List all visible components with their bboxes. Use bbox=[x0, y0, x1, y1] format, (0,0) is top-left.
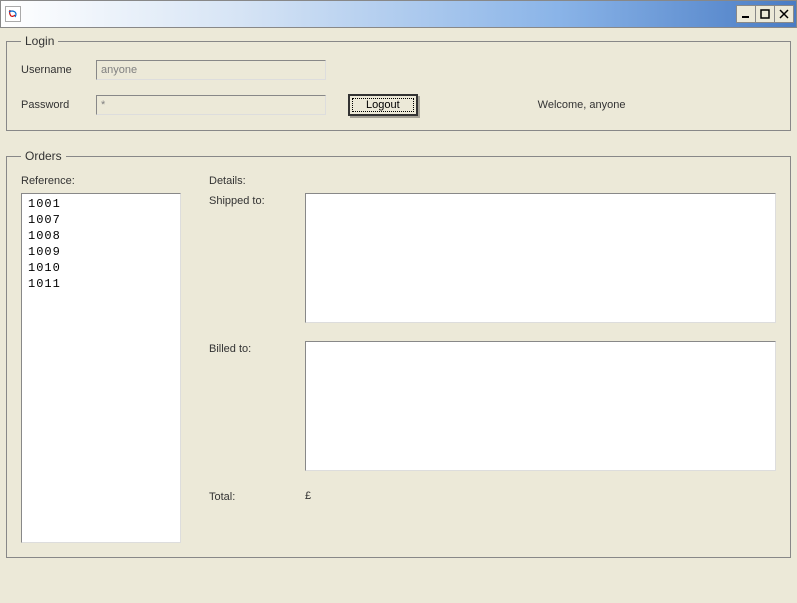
total-label: Total: bbox=[209, 489, 305, 503]
login-legend: Login bbox=[21, 34, 58, 48]
list-item[interactable]: 1011 bbox=[24, 276, 178, 292]
list-item[interactable]: 1008 bbox=[24, 228, 178, 244]
reference-label: Reference: bbox=[21, 175, 181, 187]
list-item[interactable]: 1007 bbox=[24, 212, 178, 228]
username-label: Username bbox=[21, 64, 96, 76]
app-icon bbox=[5, 6, 21, 22]
close-button[interactable] bbox=[774, 5, 794, 23]
login-panel: Login Username Password Logout Welcome, … bbox=[6, 34, 791, 131]
billed-row: Billed to: bbox=[209, 341, 776, 471]
shipped-row: Shipped to: bbox=[209, 193, 776, 323]
password-input[interactable] bbox=[96, 95, 326, 115]
password-label: Password bbox=[21, 99, 96, 111]
shipped-label: Shipped to: bbox=[209, 193, 305, 207]
billed-textarea[interactable] bbox=[305, 341, 776, 471]
welcome-text: Welcome, anyone bbox=[538, 99, 626, 111]
orders-body: Reference: 100110071008100910101011 Deta… bbox=[21, 175, 776, 543]
reference-column: Reference: 100110071008100910101011 bbox=[21, 175, 181, 543]
list-item[interactable]: 1001 bbox=[24, 196, 178, 212]
orders-panel: Orders Reference: 1001100710081009101010… bbox=[6, 149, 791, 558]
total-row: Total: £ bbox=[209, 489, 776, 503]
billed-label: Billed to: bbox=[209, 341, 305, 355]
list-item[interactable]: 1010 bbox=[24, 260, 178, 276]
details-label: Details: bbox=[209, 175, 776, 187]
shipped-textarea[interactable] bbox=[305, 193, 776, 323]
username-row: Username bbox=[21, 60, 776, 80]
maximize-button[interactable] bbox=[755, 5, 775, 23]
logout-button[interactable]: Logout bbox=[348, 94, 418, 116]
details-column: Details: Shipped to: Billed to: Total: £ bbox=[209, 175, 776, 543]
window-controls bbox=[737, 5, 794, 23]
window-body: Login Username Password Logout Welcome, … bbox=[0, 28, 797, 582]
reference-list[interactable]: 100110071008100910101011 bbox=[21, 193, 181, 543]
total-currency: £ bbox=[305, 490, 311, 502]
minimize-button[interactable] bbox=[736, 5, 756, 23]
list-item[interactable]: 1009 bbox=[24, 244, 178, 260]
username-input[interactable] bbox=[96, 60, 326, 80]
titlebar bbox=[0, 0, 797, 28]
password-row: Password Logout Welcome, anyone bbox=[21, 94, 776, 116]
orders-legend: Orders bbox=[21, 149, 66, 163]
